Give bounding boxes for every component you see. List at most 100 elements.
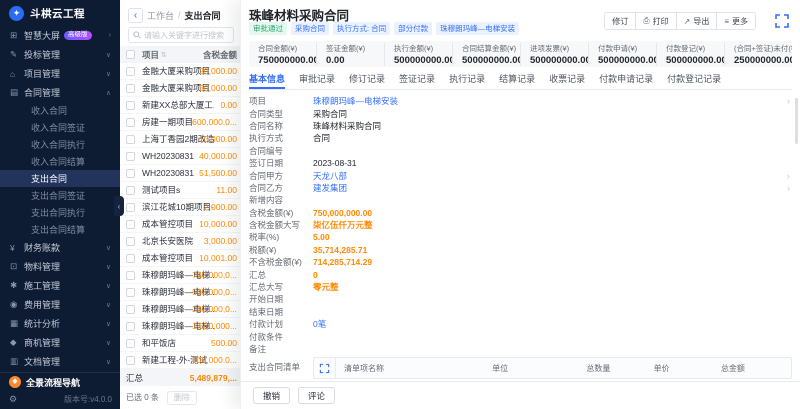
撤销-button[interactable]: 撤销 — [253, 387, 290, 404]
sidebar-item-费用管理[interactable]: ◉费用管理∨ — [0, 295, 120, 314]
table-row[interactable]: 新建工程-外-测试300,000.0... — [120, 352, 240, 369]
table-row[interactable]: 北京长安医院3,000.00 — [120, 233, 240, 250]
tab-收票记录[interactable]: 收票记录 — [549, 70, 585, 89]
scrollbar-thumb[interactable] — [795, 98, 798, 144]
table-row[interactable]: 金融大厦采购项目20,000.00 — [120, 63, 240, 80]
table-row[interactable]: 上海丁香园2期改造...10,000.00 — [120, 131, 240, 148]
tab-审批记录[interactable]: 审批记录 — [299, 70, 335, 89]
field-value[interactable]: 天龙八部 — [313, 170, 347, 182]
sidebar-item-支出合同执行[interactable]: 支出合同执行 — [0, 204, 120, 221]
sort-icon[interactable]: ⇅ — [161, 51, 167, 59]
row-checkbox[interactable] — [126, 288, 135, 297]
评论-button[interactable]: 评论 — [298, 387, 335, 404]
sidebar-item-统计分析[interactable]: ▦统计分析∨ — [0, 314, 120, 333]
sidebar-item-支出合同结算[interactable]: 支出合同结算 — [0, 221, 120, 238]
form-row: 签订日期2023-08-31 — [249, 157, 792, 169]
search-input[interactable] — [144, 31, 229, 40]
field-value[interactable]: 建发集团 — [313, 182, 347, 194]
row-checkbox[interactable] — [126, 237, 135, 246]
field-label: 合同编号 — [249, 145, 313, 157]
table-row[interactable]: 珠穆朗玛峰—电梯...500,000,0... — [120, 284, 240, 301]
row-checkbox[interactable] — [126, 118, 135, 127]
tab-签证记录[interactable]: 签证记录 — [399, 70, 435, 89]
chevron-right-icon[interactable]: › — [787, 183, 790, 193]
table-row[interactable]: WH2023083151,500.00 — [120, 165, 240, 182]
project-name: 成本管控项目 — [142, 252, 193, 264]
sidebar-item-智慧大屏[interactable]: ⊞智慧大屏高级版› — [0, 26, 120, 45]
sidebar-item-文档管理[interactable]: ▥文档管理∨ — [0, 352, 120, 371]
search-box[interactable] — [128, 27, 234, 43]
table-row[interactable]: WH2023083140,000.00 — [120, 148, 240, 165]
sidebar-item-项目管理[interactable]: ⌂项目管理∨ — [0, 64, 120, 83]
select-all-checkbox[interactable] — [126, 50, 135, 59]
sidebar-item-施工管理[interactable]: ✱施工管理∨ — [0, 276, 120, 295]
tab-执行记录[interactable]: 执行记录 — [449, 70, 485, 89]
sidebar-item-支出合同[interactable]: 支出合同 — [0, 170, 120, 187]
chevron-right-icon[interactable]: › — [787, 171, 790, 181]
form-row: 税率(%)5.00 — [249, 231, 792, 243]
tab-修订记录[interactable]: 修订记录 — [349, 70, 385, 89]
fullscreen-icon[interactable] — [319, 363, 330, 374]
row-checkbox[interactable] — [126, 186, 135, 195]
field-label: 备注 — [249, 343, 313, 355]
row-checkbox[interactable] — [126, 101, 135, 110]
row-checkbox[interactable] — [126, 339, 135, 348]
chevron-down-icon: ∨ — [106, 70, 111, 78]
table-row[interactable]: 金融大厦采购项目50,000.00 — [120, 80, 240, 97]
field-value: 714,285,714.29 — [313, 257, 372, 267]
edition-badge: 高级版 — [64, 31, 92, 40]
sidebar-item-收入合同执行[interactable]: 收入合同执行 — [0, 136, 120, 153]
tab-基本信息[interactable]: 基本信息 — [249, 70, 285, 89]
row-checkbox[interactable] — [126, 271, 135, 280]
sidebar-item-process-navigation[interactable]: ◆ 全景流程导航 — [0, 372, 120, 391]
table-row[interactable]: 新建XX总部大厦工...0.00 — [120, 97, 240, 114]
chevron-right-icon[interactable]: › — [787, 96, 790, 106]
gear-icon[interactable]: ⚙ — [9, 394, 17, 405]
table-row[interactable]: 房建一期项目600,000.0... — [120, 114, 240, 131]
back-button[interactable]: ‹ — [128, 8, 143, 23]
table-row[interactable]: 成本管控项目10,000.00 — [120, 216, 240, 233]
sidebar-item-label: 合同管理 — [24, 86, 60, 99]
table-row[interactable]: 珠穆朗玛峰—电梯...1,500,000... — [120, 318, 240, 335]
导出-button[interactable]: ↗导出 — [676, 13, 717, 29]
table-row[interactable]: 成本管控项目10,001.00 — [120, 250, 240, 267]
row-checkbox[interactable] — [126, 152, 135, 161]
sidebar-item-支出合同签证[interactable]: 支出合同签证 — [0, 187, 120, 204]
sidebar-item-合同管理[interactable]: ▤合同管理∧ — [0, 83, 120, 102]
field-value[interactable]: 珠穆朗玛峰—电梯安装 — [313, 95, 398, 107]
row-checkbox[interactable] — [126, 135, 135, 144]
sidebar-collapse-handle[interactable]: ‹ — [114, 196, 124, 216]
sidebar-item-财务账款[interactable]: ¥财务账款∨ — [0, 238, 120, 257]
breadcrumb-root[interactable]: 工作台 — [147, 9, 174, 22]
row-checkbox[interactable] — [126, 322, 135, 331]
sidebar-item-收入合同[interactable]: 收入合同 — [0, 102, 120, 119]
sidebar-item-收入合同结算[interactable]: 收入合同结算 — [0, 153, 120, 170]
row-checkbox[interactable] — [126, 220, 135, 229]
table-row[interactable]: 珠穆朗玛峰—电梯...200,000,0... — [120, 301, 240, 318]
row-checkbox[interactable] — [126, 84, 135, 93]
table-row[interactable]: 珠穆朗玛峰—电梯...750,000,0... — [120, 267, 240, 284]
修订-button[interactable]: 修订 — [605, 13, 635, 29]
tab-付款申请记录[interactable]: 付款申请记录 — [599, 70, 653, 89]
table-row[interactable]: 滨江花城10期项目-...2,000.00 — [120, 199, 240, 216]
sidebar-item-投标管理[interactable]: ✎投标管理∨ — [0, 45, 120, 64]
delete-button[interactable]: 删除 — [167, 391, 197, 405]
row-checkbox[interactable] — [126, 169, 135, 178]
field-value[interactable]: 0笔 — [313, 318, 326, 330]
tab-付款登记记录[interactable]: 付款登记记录 — [667, 70, 721, 89]
tab-结算记录[interactable]: 结算记录 — [499, 70, 535, 89]
row-checkbox[interactable] — [126, 356, 135, 365]
打印-button[interactable]: ⎙打印 — [635, 13, 675, 29]
更多-button[interactable]: ≡更多 — [716, 13, 755, 29]
row-checkbox[interactable] — [126, 203, 135, 212]
sidebar-item-物料管理[interactable]: ⊡物料管理∨ — [0, 257, 120, 276]
row-checkbox[interactable] — [126, 305, 135, 314]
sidebar-item-收入合同签证[interactable]: 收入合同签证 — [0, 119, 120, 136]
sidebar-item-资金账户管理[interactable]: ☰资金账户管理∨ — [0, 371, 120, 372]
table-row[interactable]: 测试项目s11.00 — [120, 182, 240, 199]
row-checkbox[interactable] — [126, 67, 135, 76]
fullscreen-icon[interactable] — [774, 13, 790, 29]
row-checkbox[interactable] — [126, 254, 135, 263]
table-row[interactable]: 和平饭店500.00 — [120, 335, 240, 352]
sidebar-item-商机管理[interactable]: ◆商机管理∨ — [0, 333, 120, 352]
